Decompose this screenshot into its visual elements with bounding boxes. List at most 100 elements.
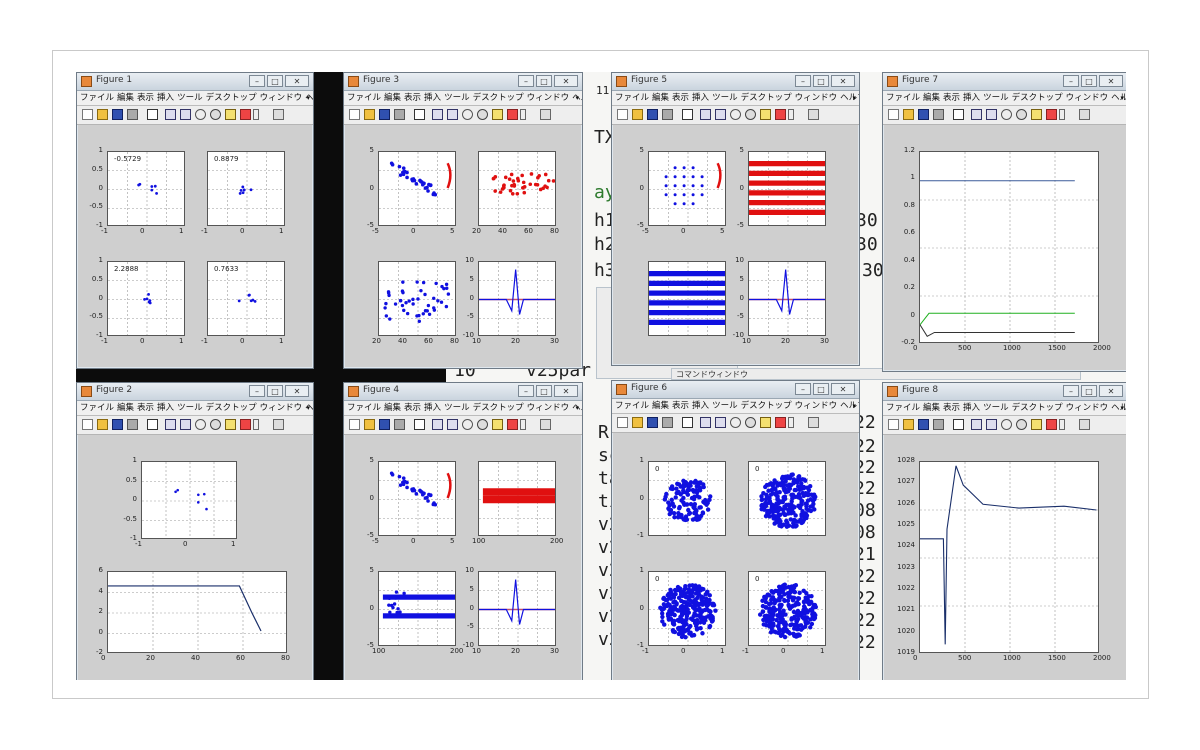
figure-window-fig6[interactable]: Figure 6 – □ ✕ ファイル 編集 表示 挿入 ツール デスクトップ ウィンドウヘ… (611, 380, 860, 680)
menu-item-2[interactable]: 表示 (404, 403, 421, 413)
dropdown-icon[interactable] (1059, 109, 1065, 120)
zoom-in-icon[interactable] (165, 109, 176, 120)
plot-axes[interactable] (478, 261, 556, 336)
dock-icon[interactable] (273, 419, 284, 430)
zoom-out-icon[interactable] (447, 109, 458, 120)
print-icon[interactable] (127, 109, 138, 120)
zoom-in-icon[interactable] (971, 109, 982, 120)
menu-overflow-icon[interactable]: ▾ (306, 401, 310, 415)
minimize-button[interactable]: – (249, 75, 265, 87)
plot-axes[interactable]: 0.8879 (207, 151, 285, 226)
menu-item-3[interactable]: 挿入 (692, 401, 709, 411)
menu-item-1[interactable]: 編集 (923, 403, 940, 413)
brush-icon[interactable] (775, 109, 786, 120)
zoom-in-icon[interactable] (971, 419, 982, 430)
menu-item-6[interactable]: ウィンドウ (795, 93, 838, 103)
menu-item-1[interactable]: 編集 (117, 93, 134, 103)
rotate-icon[interactable] (745, 109, 756, 120)
open-folder-icon[interactable] (903, 109, 914, 120)
plot-axes[interactable] (919, 461, 1099, 653)
menu-item-3[interactable]: 挿入 (424, 403, 441, 413)
rotate-icon[interactable] (1016, 109, 1027, 120)
menu-item-5[interactable]: デスクトップ (206, 93, 257, 103)
menu-item-4[interactable]: ツール (983, 93, 1009, 103)
plot-axes[interactable] (107, 571, 287, 653)
menu-item-0[interactable]: ファイル (615, 401, 649, 411)
dropdown-icon[interactable] (788, 417, 794, 428)
print-icon[interactable] (933, 419, 944, 430)
save-icon[interactable] (918, 419, 929, 430)
dock-icon[interactable] (1079, 419, 1090, 430)
brush-icon[interactable] (1046, 109, 1057, 120)
plot-axes[interactable]: 0 (748, 571, 826, 646)
figure-window-fig7[interactable]: Figure 7 – □ ✕ ファイル 編集 表示 挿入 ツール デスクトップ ウィンドウヘ… (882, 72, 1126, 372)
menu-item-3[interactable]: 挿入 (963, 403, 980, 413)
plot-axes[interactable] (648, 151, 726, 226)
rotate-icon[interactable] (210, 419, 221, 430)
brush-icon[interactable] (1046, 419, 1057, 430)
title-bar[interactable]: Figure 3 – □ ✕ (344, 73, 582, 91)
menu-item-1[interactable]: 編集 (117, 403, 134, 413)
menu-item-2[interactable]: 表示 (672, 401, 689, 411)
pan-icon[interactable] (195, 109, 206, 120)
pointer-icon[interactable] (682, 417, 693, 428)
open-folder-icon[interactable] (632, 417, 643, 428)
plot-axes[interactable] (478, 151, 556, 226)
plot-axes[interactable] (378, 261, 456, 336)
menu-item-6[interactable]: ウィンドウ (260, 403, 303, 413)
open-folder-icon[interactable] (97, 109, 108, 120)
menu-item-3[interactable]: 挿入 (157, 93, 174, 103)
zoom-in-icon[interactable] (165, 419, 176, 430)
new-file-icon[interactable] (888, 109, 899, 120)
figure-window-fig2[interactable]: Figure 2 – □ ✕ ファイル 編集 表示 挿入 ツール デスクトップ ウィンドウヘ… (76, 382, 314, 680)
menu-item-1[interactable]: 編集 (384, 93, 401, 103)
menu-item-0[interactable]: ファイル (886, 93, 920, 103)
title-bar[interactable]: Figure 6 – □ ✕ (612, 381, 859, 399)
open-folder-icon[interactable] (97, 419, 108, 430)
dock-icon[interactable] (808, 109, 819, 120)
title-bar[interactable]: Figure 4 – □ ✕ (344, 383, 582, 401)
zoom-in-icon[interactable] (432, 419, 443, 430)
pan-icon[interactable] (1001, 109, 1012, 120)
brush-icon[interactable] (507, 419, 518, 430)
dock-icon[interactable] (273, 109, 284, 120)
plot-axes[interactable]: 0 (648, 571, 726, 646)
pointer-icon[interactable] (414, 109, 425, 120)
plot-axes[interactable] (378, 571, 456, 646)
menu-item-1[interactable]: 編集 (923, 93, 940, 103)
menu-item-0[interactable]: ファイル (80, 93, 114, 103)
new-file-icon[interactable] (617, 109, 628, 120)
menu-item-3[interactable]: 挿入 (424, 93, 441, 103)
pointer-icon[interactable] (682, 109, 693, 120)
pointer-icon[interactable] (953, 109, 964, 120)
menu-item-6[interactable]: ウィンドウ (1066, 403, 1109, 413)
menu-item-5[interactable]: デスクトップ (741, 93, 792, 103)
print-icon[interactable] (394, 419, 405, 430)
print-icon[interactable] (394, 109, 405, 120)
dropdown-icon[interactable] (520, 419, 526, 430)
menu-item-0[interactable]: ファイル (886, 403, 920, 413)
zoom-in-icon[interactable] (700, 417, 711, 428)
minimize-button[interactable]: – (1063, 385, 1079, 397)
new-file-icon[interactable] (349, 109, 360, 120)
menu-item-6[interactable]: ウィンドウ (260, 93, 303, 103)
figure-window-fig3[interactable]: Figure 3 – □ ✕ ファイル 編集 表示 挿入 ツール デスクトップ ウィンドウヘ… (343, 72, 583, 369)
title-bar[interactable]: Figure 5 – □ ✕ (612, 73, 859, 91)
save-icon[interactable] (112, 109, 123, 120)
plot-axes[interactable] (378, 151, 456, 226)
brush-icon[interactable] (775, 417, 786, 428)
pointer-icon[interactable] (147, 109, 158, 120)
data-cursor-icon[interactable] (492, 419, 503, 430)
close-button[interactable]: ✕ (1099, 385, 1123, 397)
zoom-in-icon[interactable] (432, 109, 443, 120)
print-icon[interactable] (662, 109, 673, 120)
data-cursor-icon[interactable] (1031, 419, 1042, 430)
dropdown-icon[interactable] (1059, 419, 1065, 430)
pan-icon[interactable] (730, 109, 741, 120)
zoom-out-icon[interactable] (715, 417, 726, 428)
dock-icon[interactable] (540, 109, 551, 120)
maximize-button[interactable]: □ (813, 383, 829, 395)
menu-item-5[interactable]: デスクトップ (1012, 403, 1063, 413)
figure-window-fig4[interactable]: Figure 4 – □ ✕ ファイル 編集 表示 挿入 ツール デスクトップ ウィンドウヘ… (343, 382, 583, 680)
pan-icon[interactable] (1001, 419, 1012, 430)
